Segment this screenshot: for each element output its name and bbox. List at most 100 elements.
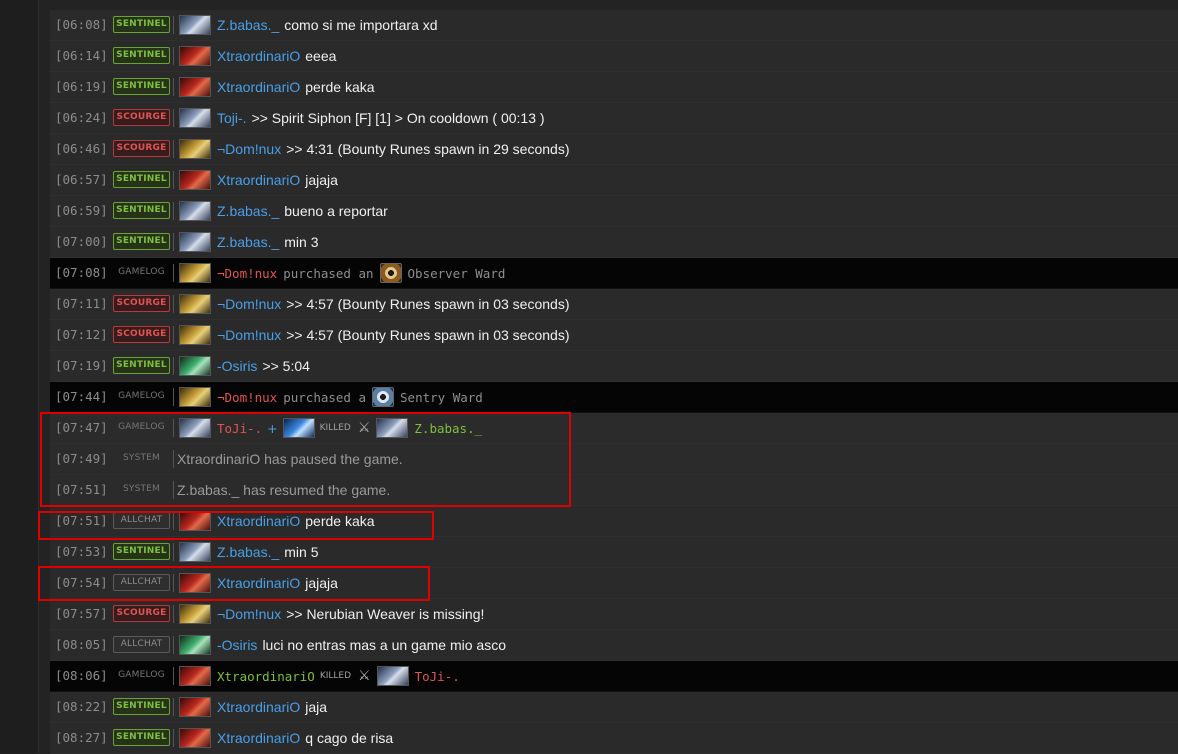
scourge-badge: SCOURGE [113,326,170,343]
dominux-hero-icon[interactable] [179,387,211,407]
separator [173,698,174,716]
toji-hero-icon[interactable] [179,418,211,438]
chat-message: >> 4:57 (Bounty Runes spawn in 03 second… [286,296,570,312]
timestamp: [08:06] [55,668,108,683]
zbabas-hero-icon[interactable] [179,201,211,221]
victim-name[interactable]: ToJi-. [415,669,460,684]
toji-hero-icon[interactable] [179,108,211,128]
player-name[interactable]: ¬Dom!nux [217,141,281,157]
sword-icon: ⚔ [357,420,371,436]
player-name[interactable]: XtraordinariO [217,513,300,529]
zbabas-hero-icon[interactable] [376,418,409,438]
separator [173,78,174,96]
timestamp: [07:51] [55,482,108,497]
zbabas-hero-icon[interactable] [179,15,211,35]
timestamp: [06:14] [55,48,108,63]
dominux-hero-icon[interactable] [179,294,211,314]
zbabas-hero-icon[interactable] [179,232,211,252]
zbabas-hero-icon[interactable] [179,542,211,562]
player-name[interactable]: Toji-. [217,110,247,126]
chat-message: >> 4:31 (Bounty Runes spawn in 29 second… [286,141,570,157]
dominux-hero-icon[interactable] [179,263,211,283]
player-name[interactable]: ¬Dom!nux [217,296,281,312]
chat-log: [06:08] SENTINEL Z.babas._ como si me imp… [50,10,1178,754]
sentinel-badge: SENTINEL [113,16,170,33]
chat-message: como si me importara xd [284,17,438,33]
separator [173,729,174,747]
assist-hero-icon[interactable] [282,418,315,438]
timestamp: [07:44] [55,389,108,404]
xtraordinario-hero-icon[interactable] [179,46,211,66]
xtraordinario-hero-icon[interactable] [179,77,211,97]
dominux-hero-icon[interactable] [179,139,211,159]
player-name[interactable]: -Osiris [217,358,257,374]
player-name[interactable]: Z.babas._ [217,544,279,560]
player-name[interactable]: ¬Dom!nux [217,266,277,281]
chat-row: [06:59] SENTINEL Z.babas._ bueno a report… [50,196,1178,227]
chat-message: jaja [305,699,328,715]
separator [173,667,174,685]
player-name[interactable]: XtraordinariO [217,575,300,591]
chat-message: luci no entras mas a un game mio asco [262,637,507,653]
sword-icon: ⚔ [358,668,371,684]
scourge-badge: SCOURGE [113,140,170,157]
toji-hero-icon[interactable] [376,666,409,686]
dominux-hero-icon[interactable] [179,604,211,624]
separator [173,357,174,375]
timestamp: [07:00] [55,234,108,249]
chat-row: [07:19] SENTINEL -Osiris >> 5:04 [50,351,1178,382]
dominux-hero-icon[interactable] [179,325,211,345]
assist-plus: + [267,420,278,436]
player-name[interactable]: XtraordinariO [217,730,300,746]
victim-name[interactable]: Z.babas._ [414,421,482,436]
scourge-badge: SCOURGE [113,605,170,622]
killed-label: KILLED [319,671,352,681]
separator [173,481,174,499]
separator [173,202,174,220]
left-gutter [0,0,38,753]
xtraordinario-hero-icon[interactable] [179,728,211,748]
killer-name[interactable]: XtraordinariO [217,669,315,684]
player-name[interactable]: XtraordinariO [217,699,300,715]
xtraordinario-hero-icon[interactable] [179,170,211,190]
scourge-badge: SCOURGE [113,109,170,126]
player-name[interactable]: ¬Dom!nux [217,606,281,622]
player-name[interactable]: XtraordinariO [217,48,300,64]
allchat-badge: ALLCHAT [113,574,170,591]
killer-name[interactable]: ToJi-. [217,421,262,436]
system-row: [07:51] SYSTEM Z.babas._ has resumed the… [50,475,1178,506]
player-name[interactable]: -Osiris [217,637,257,653]
osiris-hero-icon[interactable] [179,356,211,376]
player-name[interactable]: Z.babas._ [217,203,279,219]
timestamp: [07:57] [55,606,108,621]
sentry-ward-icon [372,387,395,407]
separator [173,295,174,313]
system-badge: SYSTEM [122,484,161,494]
separator [173,326,174,344]
timestamp: [08:05] [55,637,108,652]
player-name[interactable]: Z.babas._ [217,234,279,250]
player-name[interactable]: XtraordinariO [217,172,300,188]
player-name[interactable]: Z.babas._ [217,17,279,33]
osiris-hero-icon[interactable] [179,635,211,655]
timestamp: [06:24] [55,110,108,125]
player-name[interactable]: XtraordinariO [217,79,300,95]
player-name[interactable]: ¬Dom!nux [217,390,277,405]
event-verb: purchased an [283,265,374,281]
player-name[interactable]: ¬Dom!nux [217,327,281,343]
sentinel-badge: SENTINEL [113,543,170,560]
chat-message: perde kaka [305,513,375,529]
system-message: Z.babas._ has resumed the game. [177,482,391,498]
xtraordinario-hero-icon[interactable] [179,697,211,717]
xtraordinario-hero-icon[interactable] [179,511,211,531]
separator [173,450,174,468]
chat-row: [06:19] SENTINEL XtraordinariO perde kaka [50,72,1178,103]
gamelog-badge: GAMELOG [118,422,165,432]
system-row: [07:49] SYSTEM XtraordinariO has paused … [50,444,1178,475]
xtraordinario-hero-icon[interactable] [179,666,211,686]
xtraordinario-hero-icon[interactable] [179,573,211,593]
item-name: Observer Ward [407,265,506,281]
sentinel-badge: SENTINEL [113,171,170,188]
separator [173,16,174,34]
sentinel-badge: SENTINEL [113,357,170,374]
